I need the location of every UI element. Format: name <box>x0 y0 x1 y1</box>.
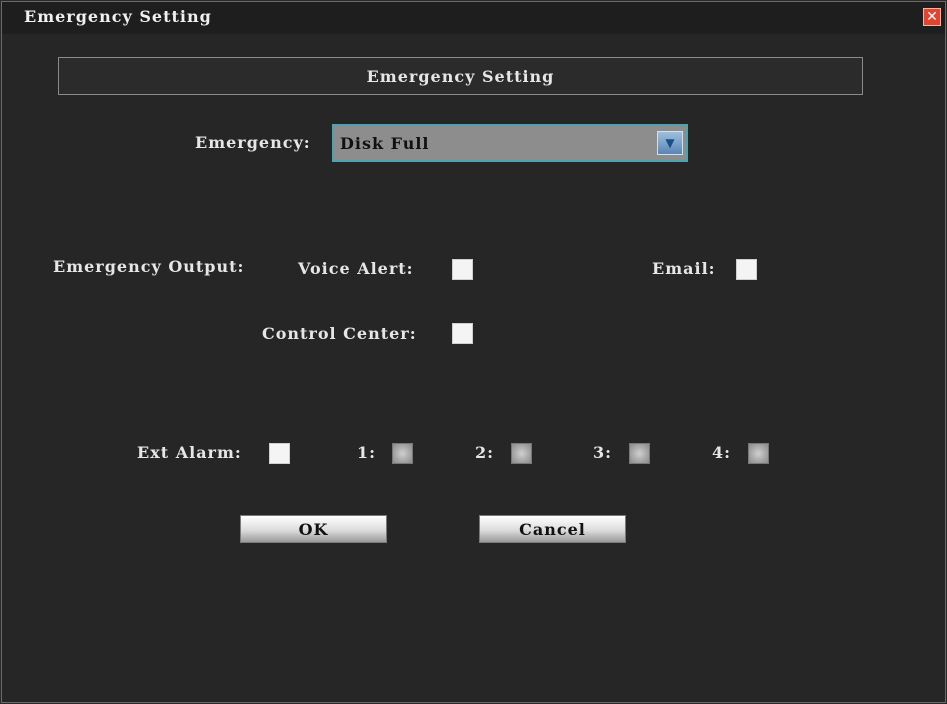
ext-alarm-checkbox[interactable] <box>269 443 290 464</box>
email-label: Email: <box>652 259 716 278</box>
control-center-checkbox[interactable] <box>452 323 473 344</box>
emergency-select[interactable]: Disk Full ▼ <box>332 124 688 162</box>
ext-alarm-channel-2-checkbox[interactable] <box>511 443 532 464</box>
control-center-label: Control Center: <box>262 324 417 343</box>
email-checkbox[interactable] <box>736 259 757 280</box>
ext-alarm-channel-label: 4: <box>712 443 732 462</box>
voice-alert-label: Voice Alert: <box>298 259 414 278</box>
window-title: Emergency Setting <box>24 7 212 26</box>
close-icon[interactable]: ✕ <box>923 8 941 26</box>
ext-alarm-channel-label: 1: <box>357 443 377 462</box>
ext-alarm-channel-3-checkbox[interactable] <box>629 443 650 464</box>
emergency-setting-window: Emergency Setting ✕ Emergency Setting Em… <box>1 1 946 703</box>
emergency-select-value: Disk Full <box>340 133 430 153</box>
ok-button[interactable]: OK <box>240 515 387 543</box>
titlebar: Emergency Setting ✕ <box>2 2 945 34</box>
section-header-label: Emergency Setting <box>366 66 555 86</box>
chevron-down-icon[interactable]: ▼ <box>657 131 683 155</box>
emergency-label: Emergency: <box>195 133 311 152</box>
section-header: Emergency Setting <box>58 57 863 95</box>
cancel-button[interactable]: Cancel <box>479 515 626 543</box>
ext-alarm-label: Ext Alarm: <box>137 443 242 462</box>
ok-button-label: OK <box>298 519 329 539</box>
ext-alarm-channel-4-checkbox[interactable] <box>748 443 769 464</box>
voice-alert-checkbox[interactable] <box>452 259 473 280</box>
ext-alarm-channel-1-checkbox[interactable] <box>392 443 413 464</box>
emergency-output-label: Emergency Output: <box>53 257 245 276</box>
ext-alarm-channel-label: 3: <box>593 443 613 462</box>
cancel-button-label: Cancel <box>519 519 586 539</box>
ext-alarm-channel-label: 2: <box>475 443 495 462</box>
